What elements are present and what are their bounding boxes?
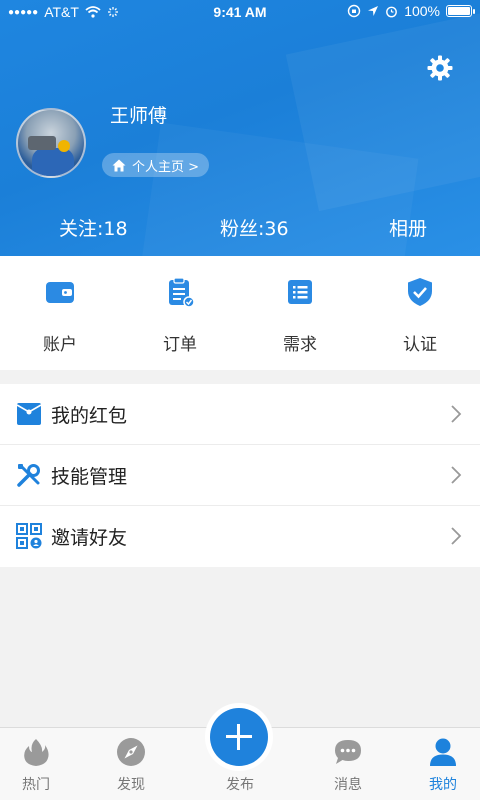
tab-messages-label: 消息 bbox=[334, 777, 362, 793]
homepage-label: 个人主页 > bbox=[132, 159, 200, 175]
publish-button[interactable] bbox=[210, 708, 268, 766]
tab-mine[interactable]: 我的 bbox=[395, 728, 480, 800]
order-clipboard-icon bbox=[169, 277, 195, 308]
chat-bubble-icon bbox=[335, 740, 361, 764]
demand-button[interactable]: 需求 bbox=[240, 256, 360, 370]
user-name: 王师傅 bbox=[110, 105, 168, 127]
red-packet-icon bbox=[16, 403, 42, 425]
flame-icon bbox=[24, 739, 49, 766]
homepage-button[interactable]: 个人主页 > bbox=[102, 153, 210, 177]
tab-hot-label: 热门 bbox=[22, 777, 50, 793]
compass-icon bbox=[117, 738, 145, 766]
tab-discover[interactable]: 发现 bbox=[83, 728, 179, 800]
qr-code-icon bbox=[16, 523, 42, 549]
home-icon bbox=[112, 159, 126, 171]
avatar[interactable] bbox=[16, 108, 86, 178]
chevron-right-icon bbox=[451, 405, 462, 423]
tab-publish-label: 发布 bbox=[226, 777, 254, 793]
following-count[interactable]: 关注:18 bbox=[59, 214, 128, 241]
list-item-red-packet[interactable]: 我的红包 bbox=[0, 384, 480, 445]
profile-header: ●●●●● AT&T 9:41 AM 100% 王师傅 个人主页 > 关注:18… bbox=[0, 0, 480, 256]
status-bar: ●●●●● AT&T 9:41 AM 100% bbox=[0, 0, 480, 24]
certification-label: 认证 bbox=[403, 335, 437, 355]
order-button[interactable]: 订单 bbox=[120, 256, 240, 370]
fans-count[interactable]: 粉丝:36 bbox=[220, 214, 289, 241]
invite-friends-label: 邀请好友 bbox=[51, 527, 128, 549]
account-button[interactable]: 账户 bbox=[0, 256, 120, 370]
tab-hot[interactable]: 热门 bbox=[0, 728, 84, 800]
chevron-right-icon bbox=[451, 466, 462, 484]
person-icon bbox=[430, 738, 456, 766]
album-link[interactable]: 相册 bbox=[389, 214, 427, 241]
gear-icon[interactable] bbox=[426, 54, 454, 82]
quick-actions: 账户 订单 需求 认证 bbox=[0, 256, 480, 370]
list-item-invite-friends[interactable]: 邀请好友 bbox=[0, 506, 480, 567]
chevron-right-icon bbox=[451, 527, 462, 545]
skill-management-label: 技能管理 bbox=[51, 466, 128, 488]
menu-list: 我的红包 技能管理 邀请好友 bbox=[0, 384, 480, 567]
shield-check-icon bbox=[408, 278, 432, 306]
tools-icon bbox=[17, 464, 40, 487]
tab-messages[interactable]: 消息 bbox=[300, 728, 396, 800]
battery-percent: 100% bbox=[404, 3, 440, 19]
orientation-lock-icon bbox=[347, 4, 361, 18]
certification-button[interactable]: 认证 bbox=[360, 256, 480, 370]
wallet-icon bbox=[46, 282, 74, 303]
list-icon bbox=[288, 280, 312, 304]
alarm-icon bbox=[386, 6, 398, 17]
tab-mine-label: 我的 bbox=[429, 777, 457, 793]
location-arrow-icon bbox=[368, 6, 379, 16]
battery-icon bbox=[446, 5, 475, 17]
red-packet-label: 我的红包 bbox=[51, 405, 128, 427]
account-label: 账户 bbox=[43, 335, 77, 355]
order-label: 订单 bbox=[163, 335, 197, 355]
tab-discover-label: 发现 bbox=[117, 777, 145, 793]
list-item-skill-management[interactable]: 技能管理 bbox=[0, 445, 480, 506]
demand-label: 需求 bbox=[283, 335, 317, 355]
